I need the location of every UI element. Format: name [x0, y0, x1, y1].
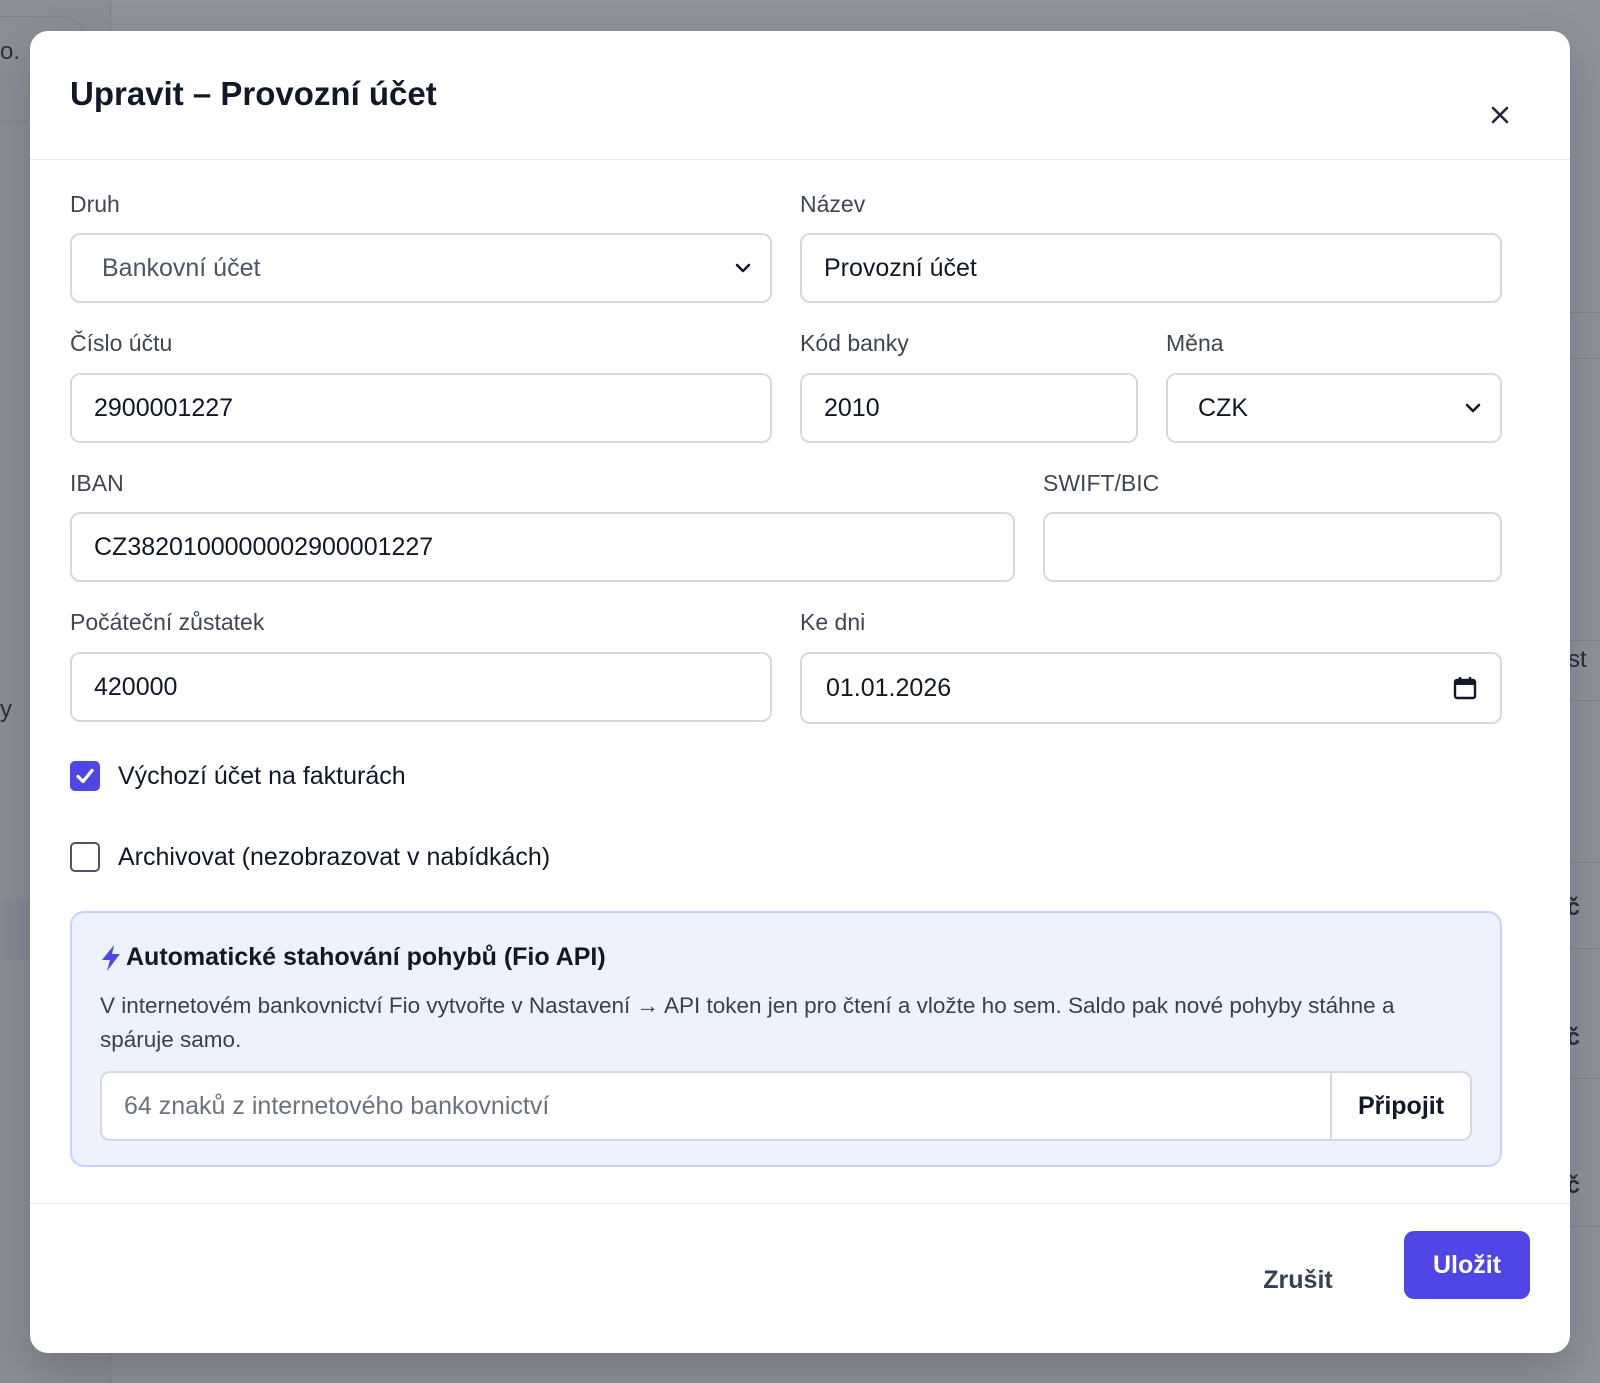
lightning-icon: [102, 944, 120, 971]
modal-header: Upravit – Provozní účet: [30, 31, 1570, 160]
ke-dni-date-input[interactable]: 01.01.2026: [800, 652, 1502, 724]
save-button[interactable]: Uložit: [1404, 1231, 1530, 1299]
fio-api-title-text: Automatické stahování pohybů (Fio API): [126, 943, 606, 971]
cislo-uctu-value: 2900001227: [94, 393, 234, 422]
edit-account-modal: Upravit – Provozní účet Druh Bankovní úč…: [30, 31, 1570, 1353]
kod-banky-input[interactable]: 2010: [800, 373, 1138, 443]
fio-token-input[interactable]: 64 znaků z internetového bankovnictví: [102, 1073, 1330, 1139]
iban-input[interactable]: CZ3820100000002900001227: [70, 512, 1015, 582]
mena-select[interactable]: CZK: [1166, 373, 1502, 443]
pocatecni-zustatek-input[interactable]: 420000: [70, 652, 772, 722]
vychozi-ucet-checkbox-row[interactable]: Výchozí účet na fakturách: [70, 761, 406, 791]
pocatecni-zustatek-label: Počáteční zůstatek: [70, 609, 265, 635]
druh-select[interactable]: Bankovní účet: [70, 233, 772, 303]
check-icon: [76, 768, 94, 784]
close-icon: [1491, 106, 1509, 124]
connect-button[interactable]: Připojit: [1330, 1073, 1470, 1139]
fio-token-input-group: 64 znaků z internetového bankovnictví Př…: [100, 1071, 1472, 1141]
druh-value: Bankovní účet: [102, 253, 261, 282]
cislo-uctu-label: Číslo účtu: [70, 330, 173, 356]
vychozi-ucet-checkbox[interactable]: [70, 761, 100, 791]
calendar-icon[interactable]: [1452, 675, 1478, 701]
background-text-fragment: y: [0, 696, 12, 723]
fio-api-title: Automatické stahování pohybů (Fio API): [100, 943, 606, 972]
fio-api-panel: Automatické stahování pohybů (Fio API) V…: [70, 911, 1502, 1167]
mena-label: Měna: [1166, 330, 1224, 356]
kod-banky-label: Kód banky: [800, 330, 909, 356]
background-text-fragment: o.: [0, 38, 21, 65]
modal-title: Upravit – Provozní účet: [70, 75, 437, 112]
mena-value: CZK: [1198, 393, 1248, 422]
chevron-down-icon: [735, 263, 751, 273]
druh-label: Druh: [70, 191, 120, 217]
nazev-label: Název: [800, 191, 866, 217]
background-sidebar-active-item: [0, 898, 34, 960]
archivovat-checkbox-row[interactable]: Archivovat (nezobrazovat v nabídkách): [70, 842, 550, 872]
vychozi-ucet-label: Výchozí účet na fakturách: [118, 761, 406, 790]
archivovat-label: Archivovat (nezobrazovat v nabídkách): [118, 842, 551, 871]
ke-dni-value: 01.01.2026: [826, 673, 952, 702]
cislo-uctu-input[interactable]: 2900001227: [70, 373, 772, 443]
ke-dni-label: Ke dni: [800, 609, 866, 635]
iban-label: IBAN: [70, 470, 124, 496]
close-button[interactable]: [1486, 101, 1514, 129]
nazev-input[interactable]: Provozní účet: [800, 233, 1502, 303]
kod-banky-value: 2010: [824, 393, 880, 422]
chevron-down-icon: [1465, 403, 1481, 413]
swift-input[interactable]: [1043, 512, 1502, 582]
fio-api-description: V internetovém bankovnictví Fio vytvořte…: [100, 993, 1395, 1052]
pocatecni-zustatek-value: 420000: [94, 672, 178, 701]
archivovat-checkbox[interactable]: [70, 842, 100, 872]
cancel-button[interactable]: Zrušit: [1248, 1246, 1348, 1314]
nazev-value: Provozní účet: [824, 253, 977, 282]
fio-token-placeholder: 64 znaků z internetového bankovnictví: [124, 1091, 550, 1120]
swift-label: SWIFT/BIC: [1043, 470, 1160, 496]
modal-footer: Zrušit Uložit: [30, 1203, 1570, 1353]
iban-value: CZ3820100000002900001227: [94, 532, 434, 561]
